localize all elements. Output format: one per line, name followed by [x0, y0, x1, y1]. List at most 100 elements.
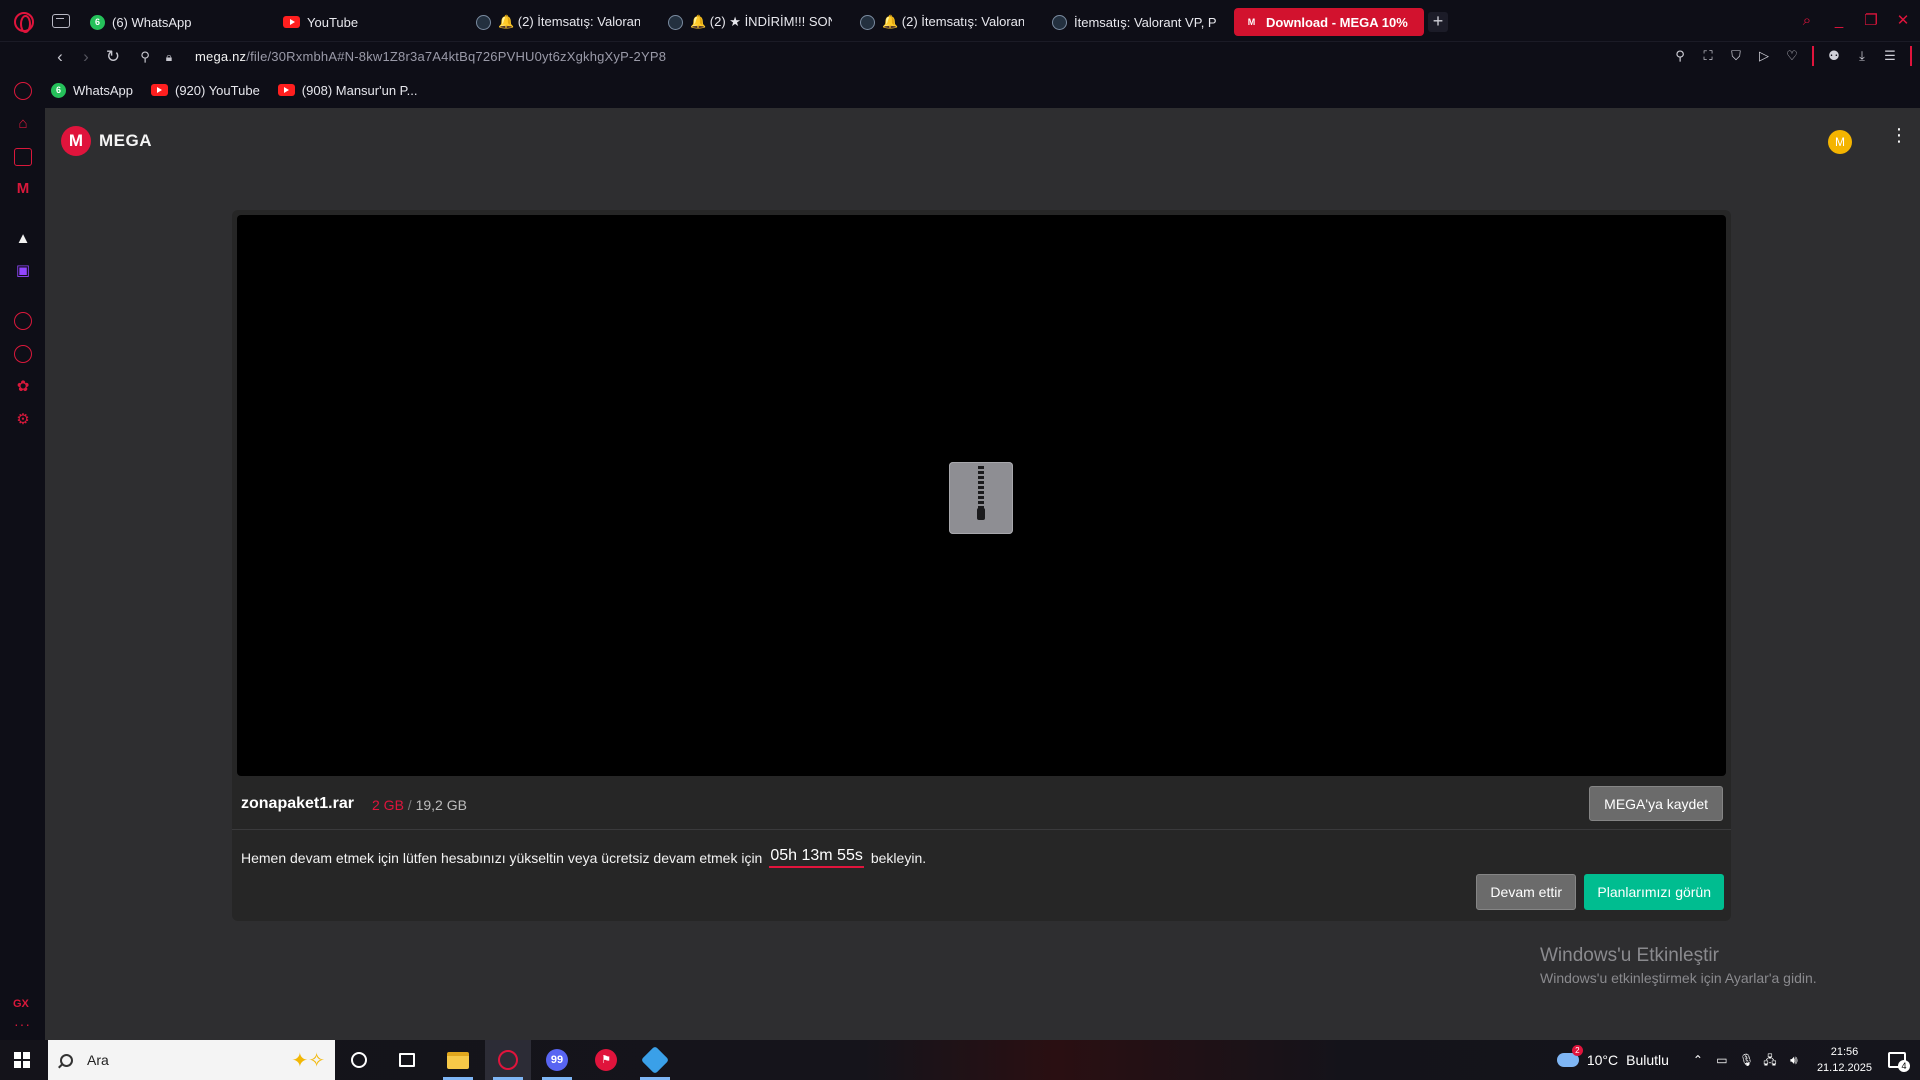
aria-icon[interactable]: ▲ — [14, 230, 32, 248]
lock-icon[interactable]: 🔒︎ — [159, 47, 179, 67]
task-view-button[interactable] — [384, 1040, 430, 1080]
settings-icon[interactable]: ⚙ — [14, 411, 32, 429]
tab-label: Download - MEGA 10% — [1266, 14, 1408, 30]
cortana-button[interactable] — [336, 1040, 382, 1080]
gx-control-icon[interactable] — [14, 82, 32, 100]
file-name: zonapaket1.rar — [241, 795, 354, 812]
mega-wordmark: MEGA — [99, 131, 152, 150]
search-tabs-icon[interactable]: ⌕ — [1800, 13, 1814, 28]
url-path: /file/30RxmbhA#N-8kw1Z8r3a7A4ktBq726PVHU… — [246, 49, 667, 64]
divider — [1812, 46, 1814, 66]
tab-mega-download[interactable]: M Download - MEGA 10% — [1234, 8, 1424, 36]
search-placeholder: Ara — [87, 1052, 109, 1068]
windows-start-icon[interactable] — [14, 1052, 30, 1068]
bookmark-youtube-channel[interactable]: (908) Mansur'un P... — [277, 83, 418, 98]
opera-menu-icon[interactable] — [14, 12, 34, 33]
new-tab-button[interactable]: + — [1428, 12, 1448, 32]
mega-logo-icon: M — [61, 126, 91, 156]
back-icon[interactable]: ‹ — [50, 47, 70, 67]
url-host: mega.nz — [195, 49, 247, 64]
save-to-mega-button[interactable]: MEGA'ya kaydet — [1589, 786, 1723, 821]
tab-itemsatis-4[interactable]: İtemsatış: Valorant VP, Pu — [1042, 8, 1226, 36]
pin-icon[interactable]: ⚲ — [1672, 48, 1688, 64]
mega-page: M MEGA M ⋮ zonapaket1.rar 2 GB / 19,2 GB… — [45, 108, 1920, 1040]
screen: 6 (6) WhatsApp YouTube 🔔 (2) İtemsatış: … — [0, 0, 1920, 1080]
tab-youtube[interactable]: YouTube — [273, 8, 453, 36]
chevron-up-icon[interactable]: ⌃ — [1691, 1053, 1705, 1067]
volume-icon[interactable]: 🔊︎ — [1787, 1053, 1801, 1067]
minimize-icon[interactable]: _ — [1832, 13, 1846, 28]
tab-itemsatis-1[interactable]: 🔔 (2) İtemsatış: Valorant — [466, 8, 650, 36]
tab-label: (6) WhatsApp — [112, 14, 192, 30]
whatsapp-icon: 6 — [90, 14, 105, 30]
itemsatis-icon — [668, 14, 683, 30]
discord-button[interactable]: 99 — [534, 1040, 580, 1080]
weather-temp: 10°C — [1586, 1052, 1619, 1068]
avatar[interactable]: M — [1828, 130, 1852, 154]
bookmark-whatsapp[interactable]: 6 WhatsApp — [51, 82, 133, 98]
site-info-icon[interactable]: ⚲ — [135, 47, 155, 67]
file-explorer-button[interactable] — [435, 1040, 481, 1080]
notification-count: 4 — [1898, 1060, 1910, 1072]
tab-itemsatis-3[interactable]: 🔔 (2) İtemsatış: Valorant — [850, 8, 1034, 36]
tab-whatsapp[interactable]: 6 (6) WhatsApp — [80, 8, 258, 36]
download-icon[interactable]: ⤓ — [1854, 48, 1870, 64]
weather-widget[interactable]: 2 10°C Bulutlu — [1556, 1045, 1669, 1068]
tab-label: İtemsatış: Valorant VP, Pu — [1074, 14, 1216, 30]
search-icon — [60, 1053, 73, 1067]
archive-file-icon — [949, 462, 1013, 534]
snapshot-icon[interactable]: ⛶ — [1700, 48, 1716, 64]
heart-icon[interactable]: ♡ — [1784, 48, 1800, 64]
tab-islands-icon[interactable] — [52, 14, 70, 28]
close-icon[interactable]: ✕ — [1896, 13, 1910, 28]
url-field[interactable]: mega.nz/file/30RxmbhA#N-8kw1Z8r3a7A4ktBq… — [195, 49, 666, 64]
opera-gx-icon — [498, 1050, 518, 1070]
total-size: 19,2 GB — [415, 797, 467, 813]
cloud-icon: 2 — [1556, 1045, 1583, 1067]
whatsapp-icon: 6 — [51, 82, 66, 98]
twitch-icon[interactable]: ▣ — [14, 262, 32, 280]
bookmark-youtube[interactable]: (920) YouTube — [150, 83, 260, 98]
app-button[interactable] — [632, 1040, 678, 1080]
window-controls: ⌕ _ ❐ ✕ — [1800, 0, 1920, 42]
size-separator: / — [407, 797, 412, 813]
clock[interactable]: 21:56 21.12.2025 — [1817, 1044, 1872, 1076]
kebab-menu-icon[interactable]: ⋮ — [1890, 126, 1908, 144]
meet-icon[interactable]: ▭ — [1715, 1053, 1729, 1067]
microphone-icon[interactable]: 🎙︎ — [1739, 1053, 1754, 1067]
history-icon[interactable] — [14, 345, 32, 363]
player-play-icon[interactable] — [14, 312, 32, 330]
more-icon[interactable]: ··· — [14, 1016, 31, 1032]
divider — [1910, 46, 1912, 66]
flow-icon[interactable]: ▷ — [1756, 48, 1772, 64]
tab-itemsatis-2[interactable]: 🔔 (2) ★ İNDİRİM!!! SON — [658, 8, 842, 36]
player-icon[interactable]: M — [14, 180, 32, 198]
extensions-icon[interactable]: ✿ — [14, 378, 32, 396]
wait-message-text: Hemen devam etmek için lütfen hesabınızı… — [241, 849, 763, 866]
profile-icon[interactable]: ⚉ — [1826, 48, 1842, 64]
windows-activation-watermark: Windows'u Etkinleştir Windows'u etkinleş… — [1540, 945, 1817, 986]
easy-setup-icon[interactable]: ☰ — [1882, 48, 1898, 64]
opera-gx-button[interactable] — [485, 1040, 531, 1080]
notification-icon[interactable]: 4 — [1888, 1052, 1910, 1072]
gx-icon[interactable]: GX — [13, 998, 29, 1010]
task-view-icon — [399, 1053, 415, 1067]
mega-logo[interactable]: M MEGA — [61, 126, 152, 156]
weather-condition: Bulutlu — [1626, 1052, 1669, 1068]
opera-sidebar: ⌂ M ▲ ▣ ✿ ⚙ GX ··· — [0, 42, 45, 1040]
forward-icon[interactable]: › — [76, 47, 96, 67]
continue-button[interactable]: Devam ettir — [1476, 874, 1576, 910]
adblock-icon[interactable]: ⛉ — [1728, 48, 1744, 64]
see-plans-button[interactable]: Planlarımızı görün — [1584, 874, 1724, 910]
restore-icon[interactable]: ❐ — [1864, 13, 1878, 28]
network-icon[interactable]: 🖧︎ — [1763, 1053, 1777, 1067]
gx-corner-icon[interactable]: ⌂ — [14, 115, 32, 133]
file-size: 2 GB / 19,2 GB — [372, 797, 467, 813]
reload-icon[interactable]: ↻ — [103, 47, 123, 67]
taskbar-search[interactable]: Ara ✦✧ — [48, 1040, 335, 1080]
toolbar-right: ⚲ ⛶ ⛉ ▷ ♡ ⚉ ⤓ ☰ — [1672, 46, 1912, 66]
valorant-button[interactable]: ⚑ — [583, 1040, 629, 1080]
cleaner-icon[interactable] — [14, 148, 32, 166]
tab-label: 🔔 (2) İtemsatış: Valorant — [882, 14, 1024, 29]
riot-client-icon: ⚑ — [595, 1049, 617, 1071]
